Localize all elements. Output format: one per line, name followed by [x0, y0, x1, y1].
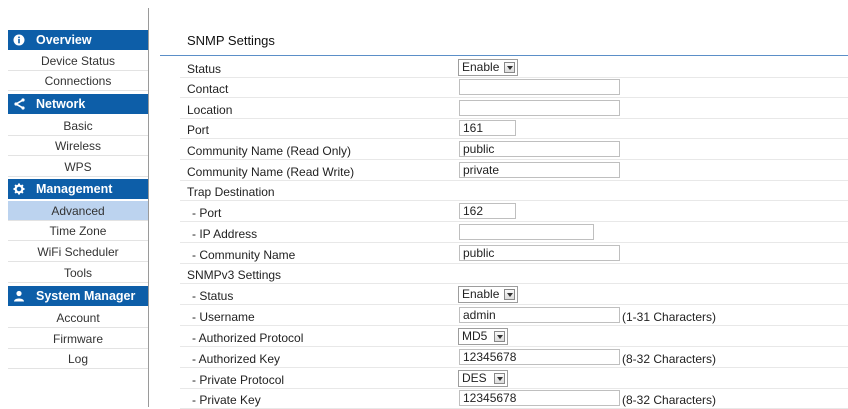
- share-icon: [8, 98, 30, 110]
- settings-row-community-rw: Community Name (Read Write) private: [180, 161, 848, 181]
- sidebar-item-device-status[interactable]: Device Status: [8, 51, 148, 71]
- sidebar-item-wps[interactable]: WPS: [8, 157, 148, 177]
- snmpv3-heading: SNMPv3 Settings: [187, 268, 282, 282]
- port-input[interactable]: 161: [459, 120, 516, 136]
- settings-row-status: Status Enable: [180, 58, 848, 78]
- contact-input[interactable]: [459, 79, 620, 95]
- sidebar-item-wireless[interactable]: Wireless: [8, 136, 148, 156]
- port-label: Port: [187, 123, 210, 137]
- sidebar-section-overview[interactable]: Overview: [8, 30, 148, 50]
- settings-row-v3-username: - Username admin (1-31 Characters): [180, 306, 848, 326]
- location-label: Location: [187, 103, 233, 117]
- v3-status-select-value: Enable: [462, 287, 500, 301]
- sidebar-item-connections[interactable]: Connections: [8, 71, 148, 91]
- v3-status-label: - Status: [192, 289, 234, 303]
- v3-priv-protocol-value: DES: [462, 371, 487, 385]
- settings-row-port: Port 161: [180, 119, 848, 139]
- v3-priv-key-label: - Private Key: [192, 393, 261, 407]
- v3-auth-protocol-select[interactable]: MD5: [458, 328, 508, 345]
- title-divider: [160, 55, 848, 56]
- sidebar-item-tools[interactable]: Tools: [8, 263, 148, 283]
- chevron-down-icon: [504, 62, 515, 73]
- settings-row-trap-header: Trap Destination: [180, 181, 848, 201]
- sidebar-item-log[interactable]: Log: [8, 349, 148, 369]
- v3-username-input[interactable]: admin: [459, 307, 620, 323]
- settings-row-v3-priv-protocol: - Private Protocol DES: [180, 369, 848, 389]
- settings-row-v3-status: - Status Enable: [180, 285, 848, 305]
- trap-community-label: - Community Name: [192, 248, 296, 262]
- settings-row-v3-auth-protocol: - Authorized Protocol MD5: [180, 327, 848, 347]
- page-title: SNMP Settings: [187, 33, 275, 48]
- info-icon: [8, 34, 30, 46]
- sidebar-section-network[interactable]: Network: [8, 94, 148, 114]
- chevron-down-icon: [504, 289, 515, 300]
- sidebar-item-account[interactable]: Account: [8, 308, 148, 328]
- location-input[interactable]: [459, 100, 620, 116]
- v3-username-label: - Username: [192, 310, 255, 324]
- v3-username-hint: (1-31 Characters): [622, 310, 717, 324]
- v3-status-select[interactable]: Enable: [458, 286, 518, 303]
- sidebar-section-label: System Manager: [36, 289, 136, 303]
- trap-ip-input[interactable]: [459, 224, 594, 240]
- status-select[interactable]: Enable: [458, 59, 518, 76]
- sidebar-section-label: Management: [36, 182, 113, 196]
- community-rw-input[interactable]: private: [459, 162, 620, 178]
- settings-row-contact: Contact: [180, 78, 848, 98]
- v3-priv-key-input[interactable]: 12345678: [459, 390, 620, 406]
- settings-row-v3-priv-key: - Private Key 12345678 (8-32 Characters): [180, 389, 848, 409]
- trap-community-input[interactable]: public: [459, 245, 620, 261]
- trap-destination-heading: Trap Destination: [187, 185, 275, 199]
- sidebar-section-label: Overview: [36, 33, 92, 47]
- sidebar-divider: [148, 8, 149, 407]
- settings-row-v3-auth-key: - Authorized Key 12345678 (8-32 Characte…: [180, 348, 848, 368]
- chevron-down-icon: [494, 373, 505, 384]
- user-icon: [8, 290, 30, 302]
- trap-port-input[interactable]: 162: [459, 203, 516, 219]
- v3-priv-protocol-label: - Private Protocol: [192, 373, 285, 387]
- v3-auth-key-label: - Authorized Key: [192, 352, 281, 366]
- settings-row-location: Location: [180, 99, 848, 119]
- community-rw-label: Community Name (Read Write): [187, 165, 355, 179]
- settings-row-v3-header: SNMPv3 Settings: [180, 264, 848, 284]
- v3-priv-key-hint: (8-32 Characters): [622, 393, 717, 407]
- status-select-value: Enable: [462, 60, 500, 74]
- sidebar-section-label: Network: [36, 97, 86, 111]
- settings-row-trap-port: - Port 162: [180, 202, 848, 222]
- v3-auth-protocol-value: MD5: [462, 329, 488, 343]
- settings-row-community-ro: Community Name (Read Only) public: [180, 140, 848, 160]
- sidebar-item-time-zone[interactable]: Time Zone: [8, 221, 148, 241]
- gear-icon: [8, 183, 30, 195]
- v3-auth-key-hint: (8-32 Characters): [622, 352, 717, 366]
- v3-auth-protocol-label: - Authorized Protocol: [192, 331, 304, 345]
- sidebar-section-system-manager[interactable]: System Manager: [8, 286, 148, 306]
- settings-row-trap-ip: - IP Address: [180, 223, 848, 243]
- sidebar-item-basic[interactable]: Basic: [8, 116, 148, 136]
- trap-port-label: - Port: [192, 206, 222, 220]
- community-ro-input[interactable]: public: [459, 141, 620, 157]
- trap-ip-label: - IP Address: [192, 227, 258, 241]
- community-ro-label: Community Name (Read Only): [187, 144, 352, 158]
- contact-label: Contact: [187, 82, 229, 96]
- sidebar-section-management[interactable]: Management: [8, 179, 148, 199]
- sidebar-item-advanced[interactable]: Advanced: [8, 201, 148, 221]
- status-label: Status: [187, 62, 222, 76]
- v3-priv-protocol-select[interactable]: DES: [458, 370, 508, 387]
- chevron-down-icon: [494, 331, 505, 342]
- v3-auth-key-input[interactable]: 12345678: [459, 349, 620, 365]
- sidebar-item-wifi-scheduler[interactable]: WiFi Scheduler: [8, 242, 148, 262]
- settings-row-trap-community: - Community Name public: [180, 244, 848, 264]
- sidebar-nav: Overview Device Status Connections Netwo…: [8, 0, 148, 407]
- sidebar-item-firmware[interactable]: Firmware: [8, 329, 148, 349]
